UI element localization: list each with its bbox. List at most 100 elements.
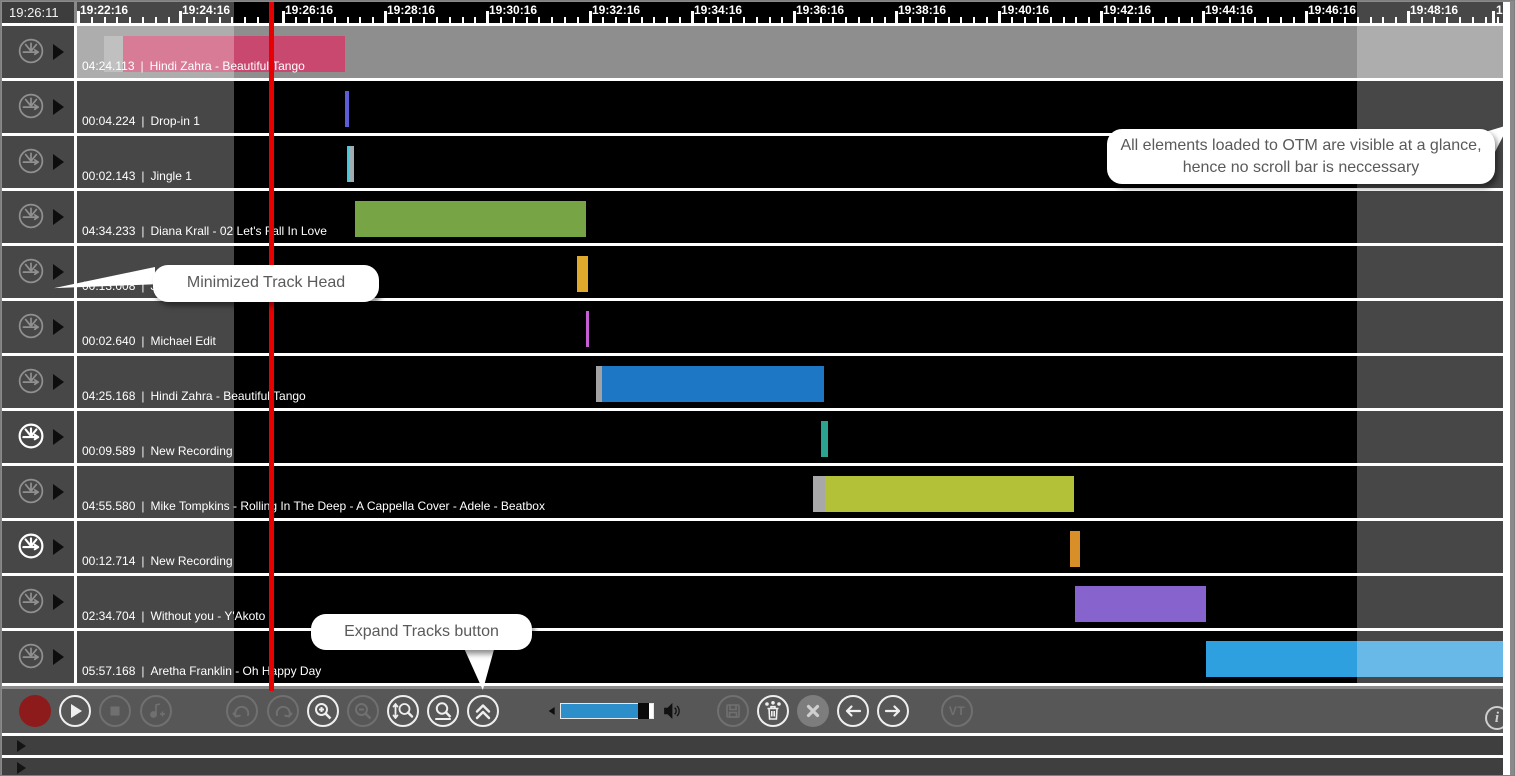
track-lane[interactable]: 00:02.640|Michael Edit bbox=[77, 301, 1504, 353]
expand-panel-icon[interactable] bbox=[17, 762, 26, 774]
track-row[interactable]: 04:34.233|Diana Krall - 02 Let's Fall In… bbox=[2, 191, 1504, 243]
track-head[interactable] bbox=[2, 356, 74, 408]
audio-clip[interactable] bbox=[577, 256, 588, 292]
transport-toolbar: VT bbox=[2, 689, 1509, 733]
track-play-button[interactable] bbox=[53, 264, 64, 280]
track-play-button[interactable] bbox=[53, 374, 64, 390]
track-play-button[interactable] bbox=[53, 44, 64, 60]
track-lane[interactable]: 00:09.589|New Recording bbox=[77, 411, 1504, 463]
track-head[interactable] bbox=[2, 576, 74, 628]
bottom-panel-2 bbox=[2, 758, 1509, 776]
audio-clip[interactable] bbox=[602, 366, 824, 402]
track-routing-icon[interactable] bbox=[18, 93, 44, 119]
track-row[interactable]: 00:02.640|Michael Edit bbox=[2, 301, 1504, 353]
track-lane[interactable]: 00:12.714|New Recording bbox=[77, 521, 1504, 573]
track-head-icons bbox=[18, 38, 44, 69]
track-head[interactable] bbox=[2, 26, 74, 78]
track-head[interactable] bbox=[2, 301, 74, 353]
track-play-button[interactable] bbox=[53, 319, 64, 335]
track-lane[interactable]: 00:04.224|Drop-in 1 bbox=[77, 81, 1504, 133]
track-routing-icon[interactable] bbox=[18, 423, 44, 449]
track-head[interactable] bbox=[2, 81, 74, 133]
track-routing-icon[interactable] bbox=[18, 643, 44, 669]
ruler-time-label: 19:26:16 bbox=[285, 3, 333, 17]
speaker-icon[interactable] bbox=[660, 700, 682, 722]
track-duration: 04:55.580 bbox=[82, 499, 135, 513]
ruler-time-label: 19:38:16 bbox=[898, 3, 946, 17]
volume-slider[interactable] bbox=[560, 703, 654, 719]
ruler-time-label: 19:36:16 bbox=[796, 3, 844, 17]
audio-clip[interactable] bbox=[345, 91, 349, 127]
track-row[interactable]: 00:04.224|Drop-in 1 bbox=[2, 81, 1504, 133]
track-head-icons bbox=[18, 148, 44, 179]
ruler-time-label: 19:32:16 bbox=[592, 3, 640, 17]
track-play-button[interactable] bbox=[53, 649, 64, 665]
track-label: 00:02.143|Jingle 1 bbox=[82, 169, 192, 183]
track-routing-icon[interactable] bbox=[18, 148, 44, 174]
track-label: 04:55.580|Mike Tompkins - Rolling In The… bbox=[82, 499, 545, 513]
track-head[interactable] bbox=[2, 136, 74, 188]
track-routing-icon[interactable] bbox=[18, 368, 44, 394]
track-play-button[interactable] bbox=[53, 594, 64, 610]
track-row[interactable]: 04:24.113|Hindi Zahra - Beautiful Tango bbox=[2, 26, 1504, 78]
track-row[interactable]: 04:55.580|Mike Tompkins - Rolling In The… bbox=[2, 466, 1504, 518]
track-row[interactable]: 02:34.704|Without you - Y'Akoto bbox=[2, 576, 1504, 628]
track-row[interactable]: 05:57.168|Aretha Franklin - Oh Happy Day bbox=[2, 631, 1504, 683]
track-play-button[interactable] bbox=[53, 154, 64, 170]
track-routing-icon[interactable] bbox=[18, 478, 44, 504]
volume-down-icon[interactable] bbox=[544, 703, 560, 719]
track-play-button[interactable] bbox=[53, 429, 64, 445]
audio-clip[interactable] bbox=[813, 476, 825, 512]
track-row[interactable]: 00:09.589|New Recording bbox=[2, 411, 1504, 463]
track-row[interactable]: 00:12.714|New Recording bbox=[2, 521, 1504, 573]
tracks-area: 04:24.113|Hindi Zahra - Beautiful Tango0… bbox=[2, 26, 1509, 686]
ruler-time-label: 19:44:16 bbox=[1205, 3, 1253, 17]
label-separator: | bbox=[141, 554, 144, 568]
expand-panel-icon[interactable] bbox=[17, 740, 26, 752]
label-separator: | bbox=[141, 224, 144, 238]
callout-minimized-track-head: Minimized Track Head bbox=[153, 265, 379, 302]
track-head[interactable] bbox=[2, 246, 74, 298]
track-head-icons bbox=[18, 643, 44, 674]
track-play-button[interactable] bbox=[53, 209, 64, 225]
track-head[interactable] bbox=[2, 631, 74, 683]
track-head[interactable] bbox=[2, 411, 74, 463]
track-play-button[interactable] bbox=[53, 99, 64, 115]
track-lane[interactable]: 05:57.168|Aretha Franklin - Oh Happy Day bbox=[77, 631, 1504, 683]
track-head[interactable] bbox=[2, 521, 74, 573]
volume-slider-handle[interactable] bbox=[638, 703, 649, 719]
track-lane[interactable]: 04:25.168|Hindi Zahra - Beautiful Tango bbox=[77, 356, 1504, 408]
track-lane[interactable]: 04:34.233|Diana Krall - 02 Let's Fall In… bbox=[77, 191, 1504, 243]
audio-clip[interactable] bbox=[1075, 586, 1206, 622]
audio-clip[interactable] bbox=[355, 201, 586, 237]
timeline-ruler[interactable]: 19:22:1619:24:1619:26:1619:28:1619:30:16… bbox=[77, 2, 1505, 25]
playhead-cursor[interactable] bbox=[269, 2, 274, 691]
track-label: 05:57.168|Aretha Franklin - Oh Happy Day bbox=[82, 664, 321, 678]
track-routing-icon[interactable] bbox=[18, 313, 44, 339]
audio-clip[interactable] bbox=[825, 476, 1074, 512]
track-play-button[interactable] bbox=[53, 539, 64, 555]
track-head[interactable] bbox=[2, 466, 74, 518]
label-separator: | bbox=[141, 334, 144, 348]
track-routing-icon[interactable] bbox=[18, 258, 44, 284]
track-routing-icon[interactable] bbox=[18, 203, 44, 229]
track-play-button[interactable] bbox=[53, 484, 64, 500]
track-lane[interactable]: 04:55.580|Mike Tompkins - Rolling In The… bbox=[77, 466, 1504, 518]
track-label: 00:02.640|Michael Edit bbox=[82, 334, 216, 348]
audio-clip[interactable] bbox=[1070, 531, 1080, 567]
track-lane[interactable]: 02:34.704|Without you - Y'Akoto bbox=[77, 576, 1504, 628]
audio-clip[interactable] bbox=[821, 421, 828, 457]
label-separator: | bbox=[141, 169, 144, 183]
track-row[interactable]: 04:25.168|Hindi Zahra - Beautiful Tango bbox=[2, 356, 1504, 408]
audio-clip[interactable] bbox=[1206, 641, 1504, 677]
track-routing-icon[interactable] bbox=[18, 38, 44, 64]
track-routing-icon[interactable] bbox=[18, 533, 44, 559]
track-head[interactable] bbox=[2, 191, 74, 243]
track-label: 00:12.714|New Recording bbox=[82, 554, 233, 568]
track-lane[interactable]: 04:24.113|Hindi Zahra - Beautiful Tango bbox=[77, 26, 1504, 78]
track-title: Hindi Zahra - Beautiful Tango bbox=[151, 389, 306, 403]
audio-clip[interactable] bbox=[586, 311, 589, 347]
audio-clip[interactable] bbox=[347, 146, 354, 182]
volume-slider-fill bbox=[561, 704, 638, 718]
track-routing-icon[interactable] bbox=[18, 588, 44, 614]
